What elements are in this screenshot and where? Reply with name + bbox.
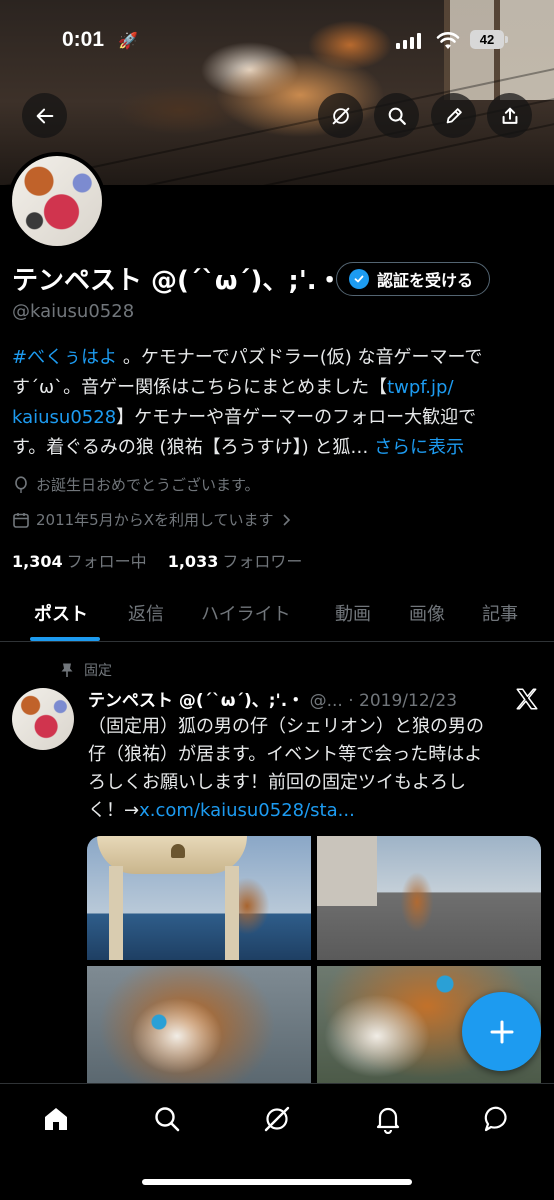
- post-handle: @...: [309, 691, 343, 711]
- edit-button[interactable]: [431, 93, 476, 138]
- bio-line: kaiusu0528】ケモナーや音ゲーマーのフォロー大歓迎で: [12, 403, 542, 433]
- display-name-row: テンペスト @(ˊ`ω´)、;'.・: [12, 258, 343, 298]
- signal-icon: [396, 33, 422, 49]
- profile-bio: #べくぅはよ 。ケモナーでパズドラー(仮) な音ゲーマーで す´ω`。音ゲー関係…: [12, 343, 542, 463]
- follow-stats: 1,304 フォロー中 1,033 フォロワー: [12, 548, 302, 572]
- pencil-icon: [446, 107, 462, 123]
- pin-icon: [61, 663, 73, 677]
- bell-icon: [376, 1107, 400, 1134]
- battery-indicator: 42: [470, 30, 504, 49]
- bio-text: 。ケモナーでパズドラー(仮) な音ゲーマーで: [117, 347, 483, 368]
- post-date: · 2019/12/23: [348, 691, 458, 711]
- grok-button[interactable]: [318, 93, 363, 138]
- following-link[interactable]: 1,304 フォロー中: [12, 552, 147, 571]
- calendar-icon: [13, 512, 29, 528]
- get-verified-label: 認証を受ける: [377, 271, 474, 290]
- profile-tabs: ポスト 返信 ハイライト 動画 画像 記事: [0, 590, 554, 642]
- post-avatar[interactable]: [12, 688, 74, 750]
- birthday-text: お誕生日おめでとうございます。: [36, 476, 260, 494]
- grok-icon: [264, 1106, 290, 1132]
- status-bar: 0:01 🚀 42: [0, 28, 554, 58]
- birthday-row: お誕生日おめでとうございます。: [12, 474, 260, 495]
- followers-link[interactable]: 1,033 フォロワー: [168, 552, 303, 571]
- tab-replies[interactable]: 返信: [128, 600, 164, 626]
- post-photo[interactable]: [317, 836, 541, 960]
- wifi-icon: [436, 32, 460, 49]
- home-icon: [45, 1108, 67, 1130]
- post-body[interactable]: （固定用）狐の男の仔（シェリオン）と狼の男の 仔（狼祐）が居ます。イベント等で会…: [88, 713, 538, 825]
- joined-text: 2011年5月からXを利用しています: [36, 511, 274, 529]
- post-text-line: く！→x.com/kaiusu0528/sta...: [88, 797, 538, 825]
- get-verified-button[interactable]: 認証を受ける: [336, 262, 491, 296]
- chevron-right-icon: [282, 513, 290, 526]
- following-label: フォロー中: [66, 552, 147, 571]
- tab-highlights[interactable]: ハイライト: [201, 600, 291, 626]
- bio-line: す´ω`。音ゲー関係はこちらにまとめました【twpf.jp/: [12, 373, 542, 403]
- bio-text: す。着ぐるみの狼 (狼祐【ろうすけ】) と狐…: [12, 437, 369, 458]
- profile-avatar[interactable]: [8, 152, 106, 250]
- verified-badge-icon: [349, 269, 369, 289]
- post-header: テンペスト @(ˊ`ω´)、;'.・ @... · 2019/12/23: [88, 686, 457, 711]
- display-name: テンペスト @(ˊ`ω´)、;'.・: [12, 265, 343, 296]
- x-logo-icon[interactable]: [514, 686, 540, 712]
- tab-posts[interactable]: ポスト: [34, 600, 88, 626]
- followers-label: フォロワー: [222, 552, 303, 571]
- nav-home[interactable]: [39, 1102, 73, 1136]
- profile-handle: @kaiusu0528: [12, 301, 135, 322]
- nav-search[interactable]: [150, 1102, 184, 1136]
- status-time: 0:01: [62, 28, 105, 51]
- post-text-line: 仔（狼祐）が居ます。イベント等で会った時はよ: [88, 744, 483, 765]
- arrow-left-icon: [36, 108, 53, 123]
- twpf-link[interactable]: twpf.jp/: [387, 377, 453, 398]
- tab-videos[interactable]: 動画: [335, 600, 371, 626]
- bell-shape: [171, 844, 185, 858]
- tab-images[interactable]: 画像: [409, 600, 445, 626]
- pinned-label: 固定: [84, 663, 112, 679]
- search-icon: [388, 107, 406, 125]
- show-more-link[interactable]: さらに表示: [374, 437, 464, 458]
- search-button[interactable]: [374, 93, 419, 138]
- compose-button[interactable]: [462, 992, 541, 1071]
- hashtag-link[interactable]: #べくぅはよ: [12, 347, 117, 368]
- nav-grok[interactable]: [260, 1102, 294, 1136]
- nav-notifications[interactable]: [371, 1102, 405, 1136]
- tab-articles[interactable]: 記事: [482, 600, 518, 626]
- post-photo[interactable]: [87, 966, 311, 1083]
- joined-row[interactable]: 2011年5月からXを利用しています: [12, 509, 292, 530]
- bio-line: #べくぅはよ 。ケモナーでパズドラー(仮) な音ゲーマーで: [12, 343, 542, 373]
- followers-count: 1,033: [167, 552, 219, 571]
- home-indicator: [142, 1179, 412, 1185]
- bio-text: す´ω`。音ゲー関係はこちらにまとめました【: [12, 377, 388, 398]
- battery-tip: [505, 36, 508, 43]
- bio-line: す。着ぐるみの狼 (狼祐【ろうすけ】) と狐… さらに表示: [12, 433, 542, 463]
- post-photo[interactable]: [87, 836, 311, 960]
- post-text: く！→: [88, 800, 140, 821]
- share-icon: [502, 107, 517, 124]
- nav-messages[interactable]: [481, 1102, 515, 1136]
- grok-icon: [332, 107, 349, 124]
- search-icon: [155, 1107, 180, 1132]
- bio-text: 】ケモナーや音ゲーマーのフォロー大歓迎で: [116, 407, 477, 428]
- post-text-line: ろしくお願いします！前回の固定ツイもよろし: [88, 772, 466, 793]
- active-tab-indicator: [30, 637, 100, 641]
- following-count: 1,304: [12, 552, 63, 571]
- rocket-icon: 🚀: [118, 31, 138, 50]
- post-text-line: （固定用）狐の男の仔（シェリオン）と狼の男の: [88, 716, 484, 737]
- balloon-icon: [15, 475, 27, 493]
- share-button[interactable]: [487, 93, 532, 138]
- message-icon: [484, 1106, 507, 1132]
- pinned-indicator: 固定: [60, 660, 112, 680]
- back-button[interactable]: [22, 93, 67, 138]
- post-link[interactable]: x.com/kaiusu0528/sta...: [139, 800, 355, 821]
- plus-icon: [490, 1020, 513, 1043]
- post-author[interactable]: テンペスト @(ˊ`ω´)、;'.・: [88, 691, 304, 711]
- twpf-link-continued[interactable]: kaiusu0528: [12, 407, 116, 428]
